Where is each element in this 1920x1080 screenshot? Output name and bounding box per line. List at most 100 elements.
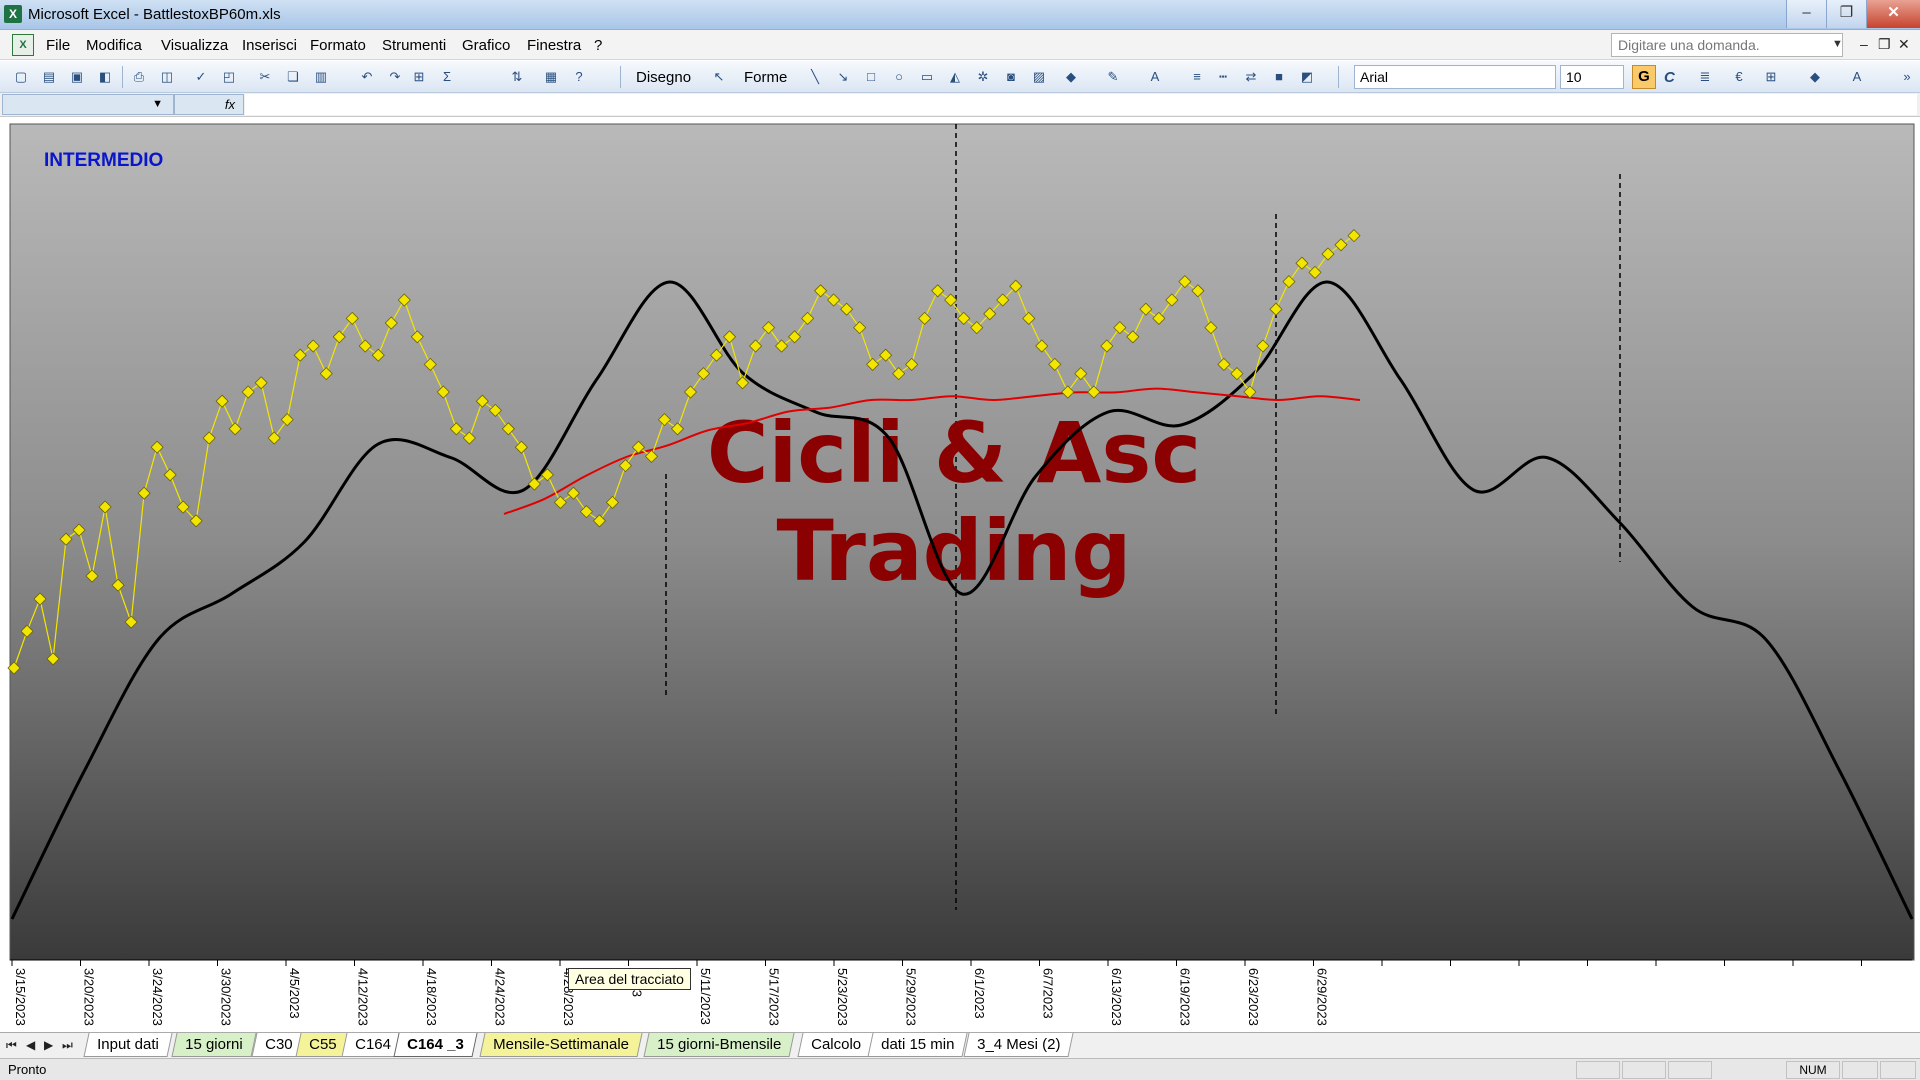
sheet-tab-3-4-mesi-2[interactable]: 3_4 Mesi (2)	[963, 1033, 1074, 1057]
maximize-button[interactable]: ❐	[1826, 0, 1866, 28]
arrow-icon[interactable]: ↘	[834, 68, 852, 86]
print-icon[interactable]: ⎙	[130, 68, 148, 86]
chart-wizard-icon[interactable]: ▦	[542, 68, 560, 86]
next-sheet-icon[interactable]: ▶	[44, 1038, 53, 1052]
sheet-tab-dati-15-min[interactable]: dati 15 min	[867, 1033, 968, 1057]
autosum-icon[interactable]: Σ	[438, 68, 456, 86]
print-preview-icon[interactable]: ◫	[158, 68, 176, 86]
excel-app-icon[interactable]: X	[4, 5, 22, 23]
clipart-icon[interactable]: ◙	[1002, 68, 1020, 86]
menu-inserisci[interactable]: Inserisci	[242, 37, 297, 54]
open-folder-icon[interactable]: ▤	[40, 68, 58, 86]
chevron-down-icon[interactable]: ▼	[1832, 38, 1843, 50]
help-icon[interactable]: ?	[570, 68, 588, 86]
font-color-icon[interactable]: A	[1146, 68, 1164, 86]
font-name-select[interactable]: Arial	[1354, 65, 1556, 89]
toolbar-options-icon[interactable]: »	[1898, 68, 1916, 86]
last-sheet-icon[interactable]: ⏭	[62, 1038, 73, 1053]
arrow-style-icon[interactable]: ⇄	[1242, 68, 1260, 86]
chart[interactable]: INTERMEDIO Cicli & Asc Trading 3/15/2023…	[4, 120, 1920, 1032]
first-sheet-icon[interactable]: ⏮	[6, 1038, 17, 1053]
save-icon[interactable]: ▣	[68, 68, 86, 86]
workbook-close-button[interactable]: ✕	[1898, 36, 1910, 53]
sheet-tab-c164-3[interactable]: C164 _3	[393, 1033, 478, 1057]
copy-icon[interactable]: ❏	[284, 68, 302, 86]
oval-icon[interactable]: ○	[890, 68, 908, 86]
menu-strumenti[interactable]: Strumenti	[382, 37, 446, 54]
select-objects-icon[interactable]: ↖	[710, 68, 728, 86]
toolbar-separator	[620, 66, 621, 88]
bold-button[interactable]: G	[1632, 65, 1656, 89]
menu-file[interactable]: File	[46, 37, 70, 54]
toolbar-separator	[122, 66, 123, 88]
toolbar: ▢ ▤ ▣ ◧ ⎙ ◫ ✓ ◰ ✂ ❏ ▥ ↶ ↷ ⊞ Σ ⇅ ▦ ? Dise…	[0, 61, 1920, 93]
undo-icon[interactable]: ↶	[358, 68, 376, 86]
sheet-tab-15-giorni[interactable]: 15 giorni	[171, 1033, 257, 1057]
x-tick-label: 5/17/2023	[767, 968, 782, 1026]
3d-style-icon[interactable]: ◩	[1298, 68, 1316, 86]
name-box[interactable]: ▼	[2, 94, 174, 115]
rectangle-icon[interactable]: □	[862, 68, 880, 86]
picture-icon[interactable]: ▨	[1030, 68, 1048, 86]
wordart-icon[interactable]: ◭	[946, 68, 964, 86]
plot-area-tooltip: Area del tracciato	[568, 968, 691, 990]
workbook-minimize-button[interactable]: –	[1860, 36, 1868, 52]
status-bar: Pronto NUM	[0, 1058, 1920, 1080]
research-icon[interactable]: ◰	[220, 68, 238, 86]
new-file-icon[interactable]: ▢	[12, 68, 30, 86]
sheet-tab-calcolo[interactable]: Calcolo	[797, 1033, 875, 1057]
draw-menu-button[interactable]: Disegno	[636, 69, 691, 86]
align-center-icon[interactable]: ≣	[1696, 68, 1714, 86]
line-color-icon[interactable]: ✎	[1104, 68, 1122, 86]
formula-input[interactable]	[245, 94, 1917, 115]
menu-formato[interactable]: Formato	[310, 37, 366, 54]
sheet-tab-mensile-settimanale[interactable]: Mensile-Settimanale	[479, 1033, 643, 1057]
menu-grafico[interactable]: Grafico	[462, 37, 510, 54]
italic-button[interactable]: C	[1664, 69, 1675, 86]
cut-icon[interactable]: ✂	[256, 68, 274, 86]
prev-sheet-icon[interactable]: ◀	[26, 1038, 35, 1052]
chart-area[interactable]: INTERMEDIO Cicli & Asc Trading 3/15/2023…	[4, 120, 1920, 1038]
menu-modifica[interactable]: Modifica	[86, 37, 142, 54]
hyperlink-icon[interactable]: ⊞	[410, 68, 428, 86]
x-tick-label: 6/7/2023	[1041, 968, 1056, 1019]
toolbar-separator	[1338, 66, 1339, 88]
euro-icon[interactable]: €	[1730, 68, 1748, 86]
formula-bar: ▼ fx	[0, 93, 1920, 117]
status-ready: Pronto	[8, 1062, 47, 1077]
menu-help[interactable]: ?	[594, 37, 602, 54]
title-bar: X Microsoft Excel - BattlestoxBP60m.xls …	[0, 0, 1920, 30]
dash-style-icon[interactable]: ┅	[1214, 68, 1232, 86]
line-style-icon[interactable]: ≡	[1188, 68, 1206, 86]
textbox-icon[interactable]: ▭	[918, 68, 936, 86]
font-color-icon[interactable]: A	[1848, 68, 1866, 86]
workbook-icon[interactable]: X	[12, 34, 34, 56]
fill-color-icon[interactable]: ◆	[1062, 68, 1080, 86]
minimize-button[interactable]: –	[1786, 0, 1826, 28]
spelling-icon[interactable]: ✓	[192, 68, 210, 86]
shadow-icon[interactable]: ■	[1270, 68, 1288, 86]
sheet-tab-15-giorni-bmensile[interactable]: 15 giorni-Bmensile	[643, 1033, 795, 1057]
workbook-restore-button[interactable]: ❐	[1878, 36, 1891, 53]
permission-icon[interactable]: ◧	[96, 68, 114, 86]
menu-visualizza[interactable]: Visualizza	[161, 37, 228, 54]
borders-icon[interactable]: ⊞	[1762, 68, 1780, 86]
sheet-tab-input-dati[interactable]: Input dati	[83, 1033, 173, 1057]
watermark-line-2: Trading	[776, 502, 1131, 600]
menu-finestra[interactable]: Finestra	[527, 37, 581, 54]
x-tick-label: 4/12/2023	[356, 968, 371, 1026]
diagram-icon[interactable]: ✲	[974, 68, 992, 86]
watermark-line-1: Cicli & Asc	[707, 404, 1201, 502]
ask-question-input[interactable]: Digitare una domanda.	[1611, 33, 1843, 57]
paste-icon[interactable]: ▥	[312, 68, 330, 86]
font-size-select[interactable]: 10	[1560, 65, 1624, 89]
x-tick-label: 5/23/2023	[835, 968, 850, 1026]
close-button[interactable]: ✕	[1866, 0, 1920, 28]
redo-icon[interactable]: ↷	[386, 68, 404, 86]
insert-function-button[interactable]: fx	[174, 94, 244, 115]
line-icon[interactable]: ╲	[806, 68, 824, 86]
sort-icon[interactable]: ⇅	[508, 68, 526, 86]
chevron-down-icon[interactable]: ▼	[152, 98, 163, 110]
fill-color-icon[interactable]: ◆	[1806, 68, 1824, 86]
shapes-menu-button[interactable]: Forme	[744, 69, 787, 86]
